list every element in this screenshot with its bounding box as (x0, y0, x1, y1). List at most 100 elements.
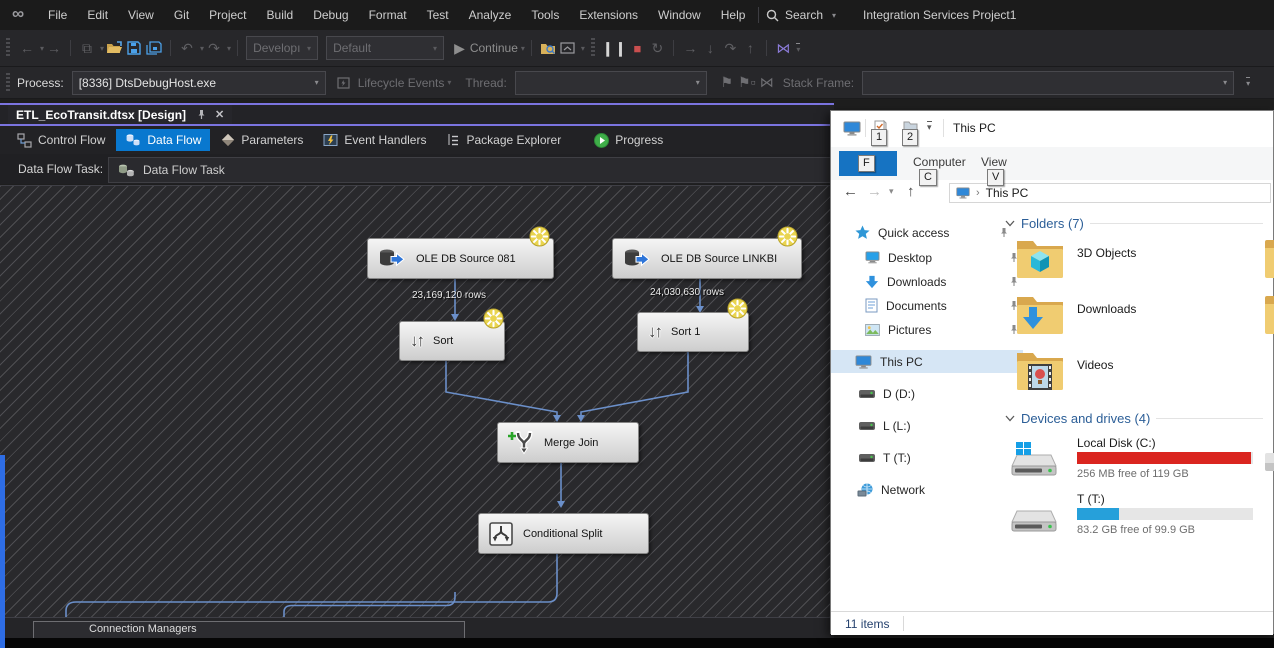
breadcrumb-location[interactable]: This PC (986, 186, 1029, 200)
pin-icon[interactable] (196, 109, 207, 120)
navigate-forward-button[interactable]: → (44, 36, 64, 60)
stack-frame-dropdown[interactable]: ▾ (862, 70, 1235, 95)
tab-data-flow[interactable]: Data Flow (116, 129, 211, 151)
nav-label: This PC (880, 354, 923, 369)
redo-button[interactable]: ↷ (204, 36, 224, 60)
restart-button[interactable]: ↻ (647, 36, 667, 60)
tab-package-explorer[interactable]: Package Explorer (437, 129, 570, 151)
clipped-folder-icon[interactable] (1265, 296, 1274, 334)
breakpoints-window-button[interactable]: ⋈ (773, 36, 793, 60)
tab-progress[interactable]: Progress (585, 129, 672, 151)
component-ole-db-source-linkbi[interactable]: OLE DB Source LINKBI (612, 238, 802, 279)
new-project-button[interactable]: ⧉ (77, 36, 97, 60)
process-dropdown[interactable]: [8336] DtsDebugHost.exe ▾ (71, 70, 326, 95)
component-conditional-split[interactable]: Conditional Split (478, 513, 649, 554)
nav-drive-t[interactable]: T (T:) (831, 446, 1027, 469)
step-into-button[interactable]: ↓ (700, 36, 720, 60)
nav-drive-l[interactable]: L (L:) (831, 414, 1027, 437)
chevron-down-icon[interactable]: ▾ (581, 44, 585, 53)
component-ole-db-source-081[interactable]: OLE DB Source 081 (367, 238, 554, 279)
show-next-statement-button[interactable]: → (680, 36, 700, 60)
flag-threads-button[interactable]: ⚑ (717, 71, 737, 95)
chevron-down-icon: ▾ (832, 10, 837, 20)
clipped-drive-icon[interactable] (1265, 453, 1274, 471)
tab-parameters[interactable]: Parameters (212, 129, 312, 151)
open-file-button[interactable] (104, 36, 124, 60)
address-box[interactable]: › This PC (949, 183, 1271, 203)
platform-dropdown[interactable]: Default ▾ (326, 36, 445, 60)
component-merge-join[interactable]: Merge Join (497, 422, 639, 463)
explorer-title-bar[interactable]: 1 2 ▾ This PC (831, 111, 1273, 147)
thread-dropdown[interactable]: ▾ (514, 70, 707, 95)
pause-button[interactable]: ❙❙ (602, 36, 627, 60)
qat-customize-button[interactable]: ▾ (927, 121, 932, 133)
show-flagged-only-button[interactable]: ⋈ (757, 71, 777, 95)
menu-item-window[interactable]: Window (648, 0, 711, 30)
menu-item-help[interactable]: Help (711, 0, 756, 30)
menu-item-view[interactable]: View (118, 0, 164, 30)
nav-label: Downloads (887, 274, 947, 289)
continue-button[interactable]: ▶ Continue ▾ (454, 36, 525, 60)
menu-item-edit[interactable]: Edit (77, 0, 118, 30)
toolbar-grip[interactable] (6, 38, 10, 58)
process-label: Process: (17, 75, 64, 90)
watch-window-button[interactable] (538, 36, 558, 60)
design-surface[interactable]: 23,169,120 rows 24,030,630 rows OLE DB S… (0, 185, 834, 618)
step-out-button[interactable]: ↑ (740, 36, 760, 60)
toolbar-grip[interactable] (590, 38, 595, 58)
step-over-button[interactable]: ↷ (720, 36, 740, 60)
back-button[interactable]: ← (843, 183, 858, 200)
debugbar-overflow-button[interactable]: ▾ (1246, 77, 1251, 88)
tab-control-flow[interactable]: Control Flow (8, 129, 114, 151)
nav-drive-d[interactable]: D (D:) (831, 382, 1027, 405)
nav-this-pc[interactable]: This PC (831, 350, 1023, 373)
menu-item-debug[interactable]: Debug (303, 0, 358, 30)
menu-item-analyze[interactable]: Analyze (459, 0, 522, 30)
menu-item-format[interactable]: Format (359, 0, 417, 30)
lifecycle-events-label[interactable]: Lifecycle Events (358, 76, 445, 90)
menu-item-git[interactable]: Git (164, 0, 199, 30)
stop-button[interactable]: ■ (627, 36, 647, 60)
undo-button[interactable]: ↶ (177, 36, 197, 60)
save-button[interactable] (124, 36, 144, 60)
hot-reload-button[interactable] (558, 36, 578, 60)
tab-event-handlers[interactable]: Event Handlers (314, 129, 435, 151)
vs-menu-bar: ∞ File Edit View Git Project Build Debug… (0, 0, 1274, 30)
file-tab[interactable]: F (839, 151, 897, 176)
nav-quick-access[interactable]: Quick access (831, 221, 1023, 244)
menu-item-file[interactable]: File (38, 0, 77, 30)
document-tab[interactable]: ETL_EcoTransit.dtsx [Design] ✕ (8, 105, 233, 124)
ole-db-source-icon (625, 249, 650, 266)
forward-button[interactable]: → (867, 183, 882, 200)
drives-group-header[interactable]: Devices and drives (4) (1005, 411, 1267, 426)
menu-item-extensions[interactable]: Extensions (569, 0, 648, 30)
toolbar-overflow-button[interactable]: ▾ (796, 42, 801, 54)
screen: ∞ File Edit View Git Project Build Debug… (0, 0, 1274, 648)
folders-group-header[interactable]: Folders (7) (1005, 216, 1267, 231)
busy-badge-icon (529, 226, 550, 247)
lifecycle-events-button[interactable] (334, 71, 354, 95)
menu-item-test[interactable]: Test (417, 0, 459, 30)
save-all-button[interactable] (144, 36, 164, 60)
recent-locations-chevron[interactable]: ▾ (889, 186, 894, 197)
data-flow-task-dropdown[interactable]: Data Flow Task (108, 157, 840, 183)
menu-item-tools[interactable]: Tools (521, 0, 569, 30)
chevron-down-icon[interactable]: ▾ (227, 44, 231, 53)
menu-item-build[interactable]: Build (257, 0, 304, 30)
toolbar-grip[interactable] (6, 72, 10, 93)
progress-icon (594, 132, 610, 148)
close-icon[interactable]: ✕ (215, 108, 224, 121)
up-button[interactable]: ↑ (907, 183, 915, 200)
clipped-folder-icon[interactable] (1265, 240, 1274, 278)
tab-view[interactable]: View (981, 155, 1007, 169)
tab-computer[interactable]: Computer (913, 155, 966, 169)
process-value: [8336] DtsDebugHost.exe (78, 75, 217, 90)
solution-config-dropdown[interactable]: Developı ▾ (246, 36, 319, 60)
redo-icon: ↷ (208, 39, 220, 56)
flag-custom-button[interactable]: ⚑▫ (737, 71, 757, 95)
search-box[interactable]: Search ▾ (766, 0, 836, 30)
nav-network[interactable]: Network (831, 478, 1025, 501)
navigate-back-button[interactable]: ← (17, 36, 37, 60)
connection-managers-tab[interactable]: Connection Managers (33, 621, 465, 639)
menu-item-project[interactable]: Project (199, 0, 256, 30)
